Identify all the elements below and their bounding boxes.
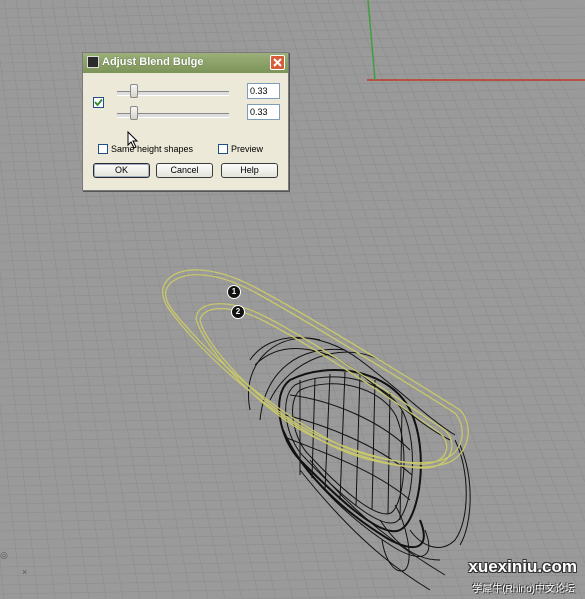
grid-line (0, 205, 585, 217)
grid-line (0, 493, 585, 505)
watermark-site: xuexiniu.com (468, 557, 577, 576)
grid-line (0, 268, 585, 280)
grid-line (0, 313, 585, 325)
grid-line (0, 241, 585, 253)
grid-line (423, 0, 585, 372)
checkmark-icon (94, 98, 103, 107)
grid-line (0, 196, 585, 208)
lock-sliders-checkbox[interactable] (93, 97, 104, 108)
dialog-title: Adjust Blend Bulge (102, 56, 204, 68)
grid-line (399, 0, 585, 445)
grid-line (0, 394, 585, 406)
preview-label: Preview (231, 144, 264, 154)
grid-line (0, 529, 585, 541)
grid-line (0, 277, 585, 289)
ok-button[interactable]: OK (93, 163, 150, 178)
grid-line (0, 214, 585, 226)
grid-line (0, 367, 585, 379)
grid-line (0, 349, 585, 361)
y-axis-line (367, 0, 376, 81)
cancel-button[interactable]: Cancel (156, 163, 213, 178)
adjust-blend-bulge-dialog[interactable]: Adjust Blend Bulge 0.33 0.33 Same height… (82, 52, 289, 191)
grid-line (0, 250, 585, 262)
close-button[interactable] (270, 55, 285, 70)
grid-line (0, 538, 585, 550)
same-height-checkbox[interactable] (98, 144, 108, 154)
grid-line (375, 0, 585, 523)
grid-line (0, 16, 585, 28)
grid-line (0, 25, 585, 37)
grid-line (0, 7, 585, 19)
grid-line (0, 232, 585, 244)
slider-1-value-input[interactable]: 0.33 (247, 83, 280, 99)
same-height-label: Same height shapes (111, 144, 194, 154)
grid-line (0, 502, 585, 514)
close-icon (273, 58, 282, 67)
grid-line (0, 259, 585, 271)
grid-line (0, 466, 585, 478)
slider-2-thumb[interactable] (130, 106, 139, 120)
grid-line (0, 286, 585, 298)
grid-line (315, 0, 532, 599)
axis-x-label: × (22, 567, 28, 577)
preview-checkbox[interactable] (218, 144, 228, 154)
slider-2-value-input[interactable]: 0.33 (247, 104, 280, 120)
curve-marker-1: 1 (227, 285, 241, 299)
grid-line (0, 484, 585, 496)
curve-marker-2: 2 (231, 305, 245, 319)
grid-line (303, 0, 515, 599)
help-button[interactable]: Help (221, 163, 278, 178)
rhino-icon (87, 56, 99, 68)
grid-line (447, 0, 585, 305)
slider-1-thumb[interactable] (130, 84, 139, 98)
grid-line (0, 511, 585, 523)
watermark-forum: 学犀牛(Rhino)中文论坛 (472, 584, 575, 595)
axis-y-label: ◎ (0, 550, 8, 560)
dialog-titlebar[interactable]: Adjust Blend Bulge (83, 53, 288, 73)
mouse-cursor-icon (127, 131, 139, 149)
blend-curves[interactable] (161, 269, 469, 469)
